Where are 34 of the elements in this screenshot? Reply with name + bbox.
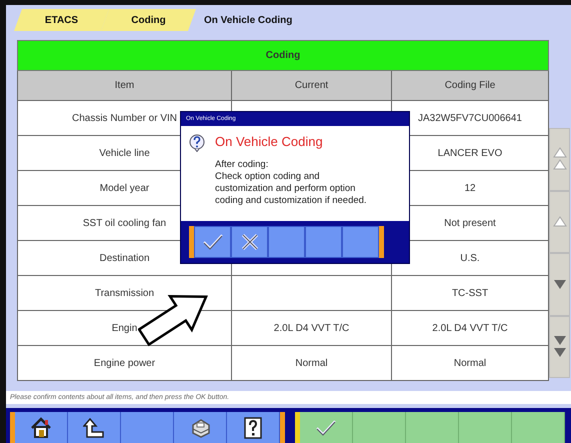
check-icon <box>202 233 224 251</box>
dialog-button[interactable] <box>342 226 379 258</box>
down-arrow-icon <box>552 278 566 290</box>
tab[interactable]: Coding <box>101 9 196 31</box>
question-icon <box>189 134 205 152</box>
cancel-button[interactable] <box>231 226 268 258</box>
close-icon <box>240 232 260 252</box>
toolbar-button[interactable] <box>15 412 68 443</box>
table-cell: Normal <box>232 346 392 380</box>
help-icon <box>244 416 262 438</box>
up-arrow-icon <box>552 216 566 228</box>
column-header: Item <box>18 70 232 100</box>
scroll-button[interactable] <box>549 128 570 190</box>
table-cell: Normal <box>392 346 548 380</box>
dialog-button[interactable] <box>305 226 342 258</box>
check-icon <box>315 418 337 436</box>
table-cell: 2.0L D4 VVT T/C <box>232 310 392 346</box>
toolbar-button[interactable] <box>227 412 280 443</box>
return-arrow-icon <box>83 416 105 438</box>
ok-button[interactable] <box>194 226 231 258</box>
table-cell: TC-SST <box>392 276 548 310</box>
double-down-arrow-icon <box>552 334 566 359</box>
home-icon <box>30 416 52 438</box>
double-up-arrow-icon <box>552 147 566 172</box>
tab[interactable]: ETACS <box>14 9 109 31</box>
column-header: Coding File <box>392 70 548 100</box>
scroll-button[interactable] <box>549 190 570 253</box>
scroll-button[interactable] <box>549 316 570 378</box>
scroll-button[interactable] <box>549 253 570 316</box>
table-title: Coding <box>18 40 548 70</box>
toolbar-button[interactable] <box>68 412 121 443</box>
column-header: Current <box>232 70 392 100</box>
table-cell: 2.0L D4 VVT T/C <box>392 310 548 346</box>
table-cell: Engine power <box>18 346 232 380</box>
